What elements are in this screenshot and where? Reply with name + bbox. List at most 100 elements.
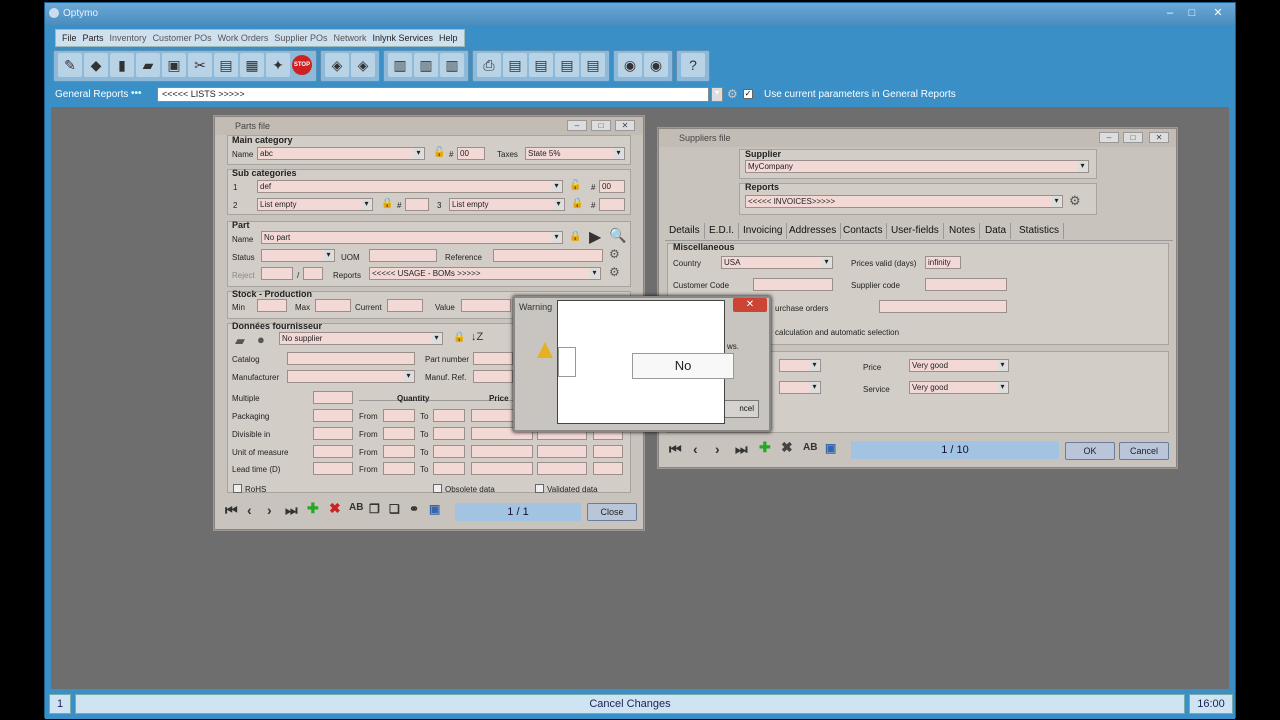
person-icon[interactable]: ● xyxy=(257,332,265,347)
prices-valid-input[interactable]: infinity xyxy=(925,256,961,269)
export-icon[interactable]: ▣ xyxy=(429,502,440,516)
supplier-code-input[interactable] xyxy=(925,278,1007,291)
machine-icon[interactable]: ▣ xyxy=(162,53,186,77)
parts-close-button[interactable]: ✕ xyxy=(615,120,635,131)
supplier-select[interactable]: No supplier xyxy=(279,332,443,345)
menu-work-orders[interactable]: Work Orders xyxy=(218,33,269,43)
barcode-icon[interactable]: ▥ xyxy=(388,53,412,77)
uom2-input[interactable] xyxy=(313,445,353,458)
country-select[interactable]: USA xyxy=(721,256,833,269)
sort-az-icon[interactable]: ↓Z xyxy=(471,331,483,343)
divisible-input[interactable] xyxy=(313,427,353,440)
from-input[interactable] xyxy=(383,445,415,458)
suppliers-close-button[interactable]: ✕ xyxy=(1149,132,1169,143)
sub2-select[interactable]: List empty xyxy=(257,198,373,211)
supplier-spellcheck-icon[interactable]: AB xyxy=(803,442,817,453)
tab-details[interactable]: Details xyxy=(665,223,705,239)
sub3-lock-icon[interactable]: 🔒 xyxy=(571,198,583,210)
gear-icon[interactable]: ⚙ xyxy=(727,87,738,101)
reference-input[interactable] xyxy=(493,249,603,262)
supplier-book-icon[interactable]: ▰ xyxy=(235,333,245,349)
price-input-2[interactable] xyxy=(537,445,587,458)
close-button[interactable]: ✕ xyxy=(1209,6,1227,20)
next-record-icon[interactable]: › xyxy=(267,502,272,518)
obsolete-checkbox[interactable] xyxy=(433,484,442,493)
lead-time-input[interactable] xyxy=(313,462,353,475)
copy-icon[interactable]: ❐ xyxy=(369,502,380,516)
eval-select-1[interactable] xyxy=(779,359,821,372)
manufacturer-select[interactable] xyxy=(287,370,415,383)
to-input[interactable] xyxy=(433,445,465,458)
prev-record-icon[interactable]: ‹ xyxy=(247,502,252,518)
pdf3-icon[interactable]: ▤ xyxy=(555,53,579,77)
supplier-add-icon[interactable]: ✚ xyxy=(759,439,771,456)
supplier-delete-icon[interactable]: ✖ xyxy=(781,439,793,456)
reports-gear-icon[interactable]: ⚙ xyxy=(609,265,620,279)
current-input[interactable] xyxy=(387,299,423,312)
price-input-2[interactable] xyxy=(537,462,587,475)
price-input[interactable] xyxy=(471,445,533,458)
parts-minimize-button[interactable]: – xyxy=(567,120,587,131)
validated-checkbox[interactable] xyxy=(535,484,544,493)
from-input[interactable] xyxy=(383,462,415,475)
main-num-input[interactable]: 00 xyxy=(457,147,485,160)
supplier-export-icon[interactable]: ▣ xyxy=(825,441,836,455)
sub3-select[interactable]: List empty xyxy=(449,198,565,211)
sub2-num-input[interactable] xyxy=(405,198,429,211)
tab-edi[interactable]: E.D.I. xyxy=(705,223,740,239)
purchase-orders-input[interactable] xyxy=(879,300,1007,313)
price-input-3[interactable] xyxy=(593,462,623,475)
warning-yes-button[interactable] xyxy=(558,347,576,377)
report-icon[interactable]: ▦ xyxy=(240,53,264,77)
general-reports-select[interactable]: <<<<< LISTS >>>>> xyxy=(157,87,709,102)
stop-icon[interactable]: STOP xyxy=(292,55,312,75)
supplier-reports-select[interactable]: <<<<< INVOICES>>>>> xyxy=(745,195,1063,208)
sub1-select[interactable]: def xyxy=(257,180,563,193)
play-icon[interactable]: ▶ xyxy=(589,227,601,247)
database-icon[interactable]: ◉ xyxy=(618,53,642,77)
gear-icon[interactable]: ⚙ xyxy=(609,247,620,261)
sub1-unlock-icon[interactable]: 🔓 xyxy=(569,180,581,192)
suppliers-maximize-button[interactable]: □ xyxy=(1123,132,1143,143)
reject-input[interactable] xyxy=(261,267,293,280)
link-icon[interactable]: ⚭ xyxy=(409,502,419,516)
supplier-last-record-icon[interactable]: ⏭ xyxy=(735,441,748,458)
from-input[interactable] xyxy=(383,427,415,440)
rohs-checkbox[interactable] xyxy=(233,484,242,493)
tab-data[interactable]: Data xyxy=(981,223,1012,239)
printer-icon[interactable]: ⎙ xyxy=(477,53,501,77)
reject-input-2[interactable] xyxy=(303,267,323,280)
part-lock-icon[interactable]: 🔒 xyxy=(569,231,581,243)
multiple-input[interactable] xyxy=(313,391,353,404)
inventory-icon[interactable]: ◆ xyxy=(84,53,108,77)
sub3-num-input[interactable] xyxy=(599,198,625,211)
help-icon[interactable]: ? xyxy=(681,53,705,77)
more-dots-icon[interactable]: ••• xyxy=(131,88,142,99)
menu-file[interactable]: File xyxy=(62,33,77,43)
tools-icon[interactable]: ✂ xyxy=(188,53,212,77)
pallet-icon[interactable]: ▰ xyxy=(136,53,160,77)
wrench-icon[interactable]: ✦ xyxy=(266,53,290,77)
service-rating-select[interactable]: Very good xyxy=(909,381,1009,394)
suppliers-minimize-button[interactable]: – xyxy=(1099,132,1119,143)
supplier-next-record-icon[interactable]: › xyxy=(715,441,720,457)
minimize-button[interactable]: – xyxy=(1161,6,1179,20)
menu-parts[interactable]: Parts xyxy=(83,33,104,43)
add-icon[interactable]: ✚ xyxy=(307,500,319,517)
part-number-input[interactable] xyxy=(473,352,513,365)
server-icon[interactable]: ◉ xyxy=(644,53,668,77)
supplier-lock-icon[interactable]: 🔒 xyxy=(453,332,465,344)
no-button[interactable]: No xyxy=(632,353,734,379)
cancel-button[interactable]: Cancel xyxy=(1119,442,1169,460)
menu-customer-pos[interactable]: Customer POs xyxy=(153,33,212,43)
supplier-first-record-icon[interactable]: ⏮ xyxy=(669,441,682,458)
main-name-select[interactable]: abc xyxy=(257,147,425,160)
spellcheck-icon[interactable]: AB xyxy=(349,502,363,513)
tab-user-fields[interactable]: User-fields xyxy=(887,223,944,239)
part-reports-select[interactable]: <<<<< USAGE - BOMs >>>>> xyxy=(369,267,601,280)
use-params-checkbox[interactable]: ✓ xyxy=(743,89,753,99)
last-record-icon[interactable]: ⏭ xyxy=(285,502,298,519)
manuf-ref-input[interactable] xyxy=(473,370,513,383)
tab-statistics[interactable]: Statistics xyxy=(1015,223,1065,239)
from-input[interactable] xyxy=(383,409,415,422)
